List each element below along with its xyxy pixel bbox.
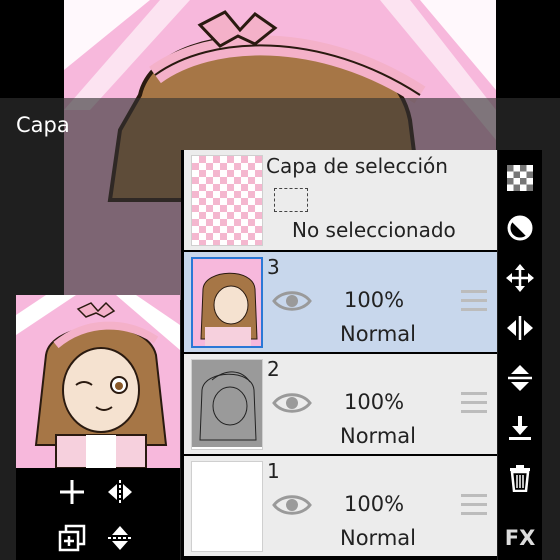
layer-3-thumbnail-art [193,259,261,346]
drag-handle-icon[interactable] [461,494,487,516]
clipping-button[interactable] [500,208,540,248]
layer-blend-mode[interactable]: Normal [340,526,416,550]
preview-artwork [16,295,180,468]
duplicate-layer-button[interactable] [52,518,92,558]
layer-number: 3 [267,255,280,279]
half-circle-icon [507,215,533,241]
layer-opacity[interactable]: 100% [344,288,404,312]
flip-vertical-icon [108,526,132,550]
selection-marquee-icon [274,188,308,212]
panel-title: Capa [16,113,70,137]
canvas-preview[interactable] [16,295,180,468]
duplicate-layer-icon [58,524,86,552]
visibility-eye-icon[interactable] [272,492,312,518]
move-button[interactable] [500,258,540,298]
layer-list[interactable]: Capa de selección No seleccionado 3 100%… [181,150,497,560]
layer-thumbnail [191,359,263,450]
flip-horizontal-icon [507,316,533,340]
layer-opacity[interactable]: 100% [344,492,404,516]
fx-icon: FX [504,526,536,550]
checkerboard-icon [507,165,533,191]
merge-down-button[interactable] [500,408,540,448]
layer-number: 2 [267,357,280,381]
left-toolbar [16,468,180,560]
merge-down-icon [509,416,531,440]
right-toolbar: FX [498,150,542,560]
selection-layer-thumbnail [191,155,263,246]
layer-row-2[interactable]: 2 100% Normal [184,354,497,454]
flip-horizontal-icon [108,480,132,504]
add-layer-button[interactable] [52,472,92,512]
flip-vertical-icon [508,365,532,391]
trash-icon [510,465,530,492]
flip-horizontal-button[interactable] [100,472,140,512]
transparency-button[interactable] [500,158,540,198]
selection-layer-status: No seleccionado [292,218,456,242]
selection-layer-title: Capa de selección [266,154,448,178]
drag-handle-icon[interactable] [461,392,487,414]
add-layer-icon [60,480,84,504]
layer-blend-mode[interactable]: Normal [340,322,416,346]
selection-layer-row[interactable]: Capa de selección No seleccionado [184,150,497,250]
layer-number: 1 [267,459,280,483]
flip-horizontal-layer-button[interactable] [500,308,540,348]
flip-vertical-layer-button[interactable] [500,358,540,398]
visibility-eye-icon[interactable] [272,288,312,314]
delete-layer-button[interactable] [500,458,540,498]
fx-button[interactable]: FX [500,518,540,558]
layer-opacity[interactable]: 100% [344,390,404,414]
layer-row-1[interactable]: 1 100% Normal [184,456,497,556]
layer-row-3[interactable]: 3 100% Normal [184,252,497,352]
layer-panel: Capa Capa de selección No seleccionado 3… [0,98,560,560]
layer-thumbnail [191,257,263,348]
move-arrows-icon [506,264,534,292]
layer-thumbnail [191,461,263,552]
layer-2-thumbnail-art [192,360,262,447]
drag-handle-icon[interactable] [461,290,487,312]
flip-vertical-button[interactable] [100,518,140,558]
layer-blend-mode[interactable]: Normal [340,424,416,448]
visibility-eye-icon[interactable] [272,390,312,416]
